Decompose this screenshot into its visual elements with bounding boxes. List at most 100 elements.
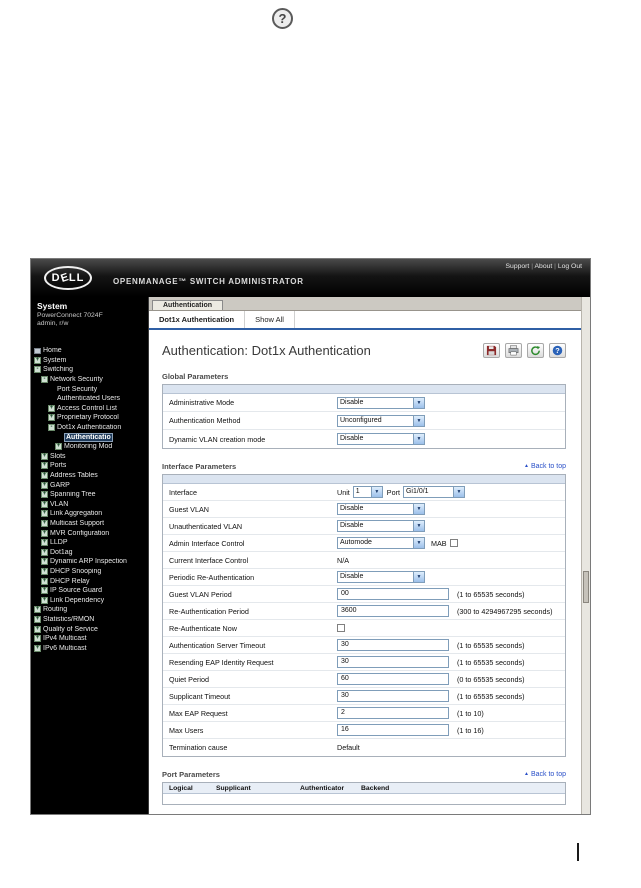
supplicant-timeout-input[interactable]: 30 [337,690,449,702]
expand-icon[interactable]: + [41,491,48,499]
expand-icon[interactable]: + [41,529,48,537]
sidebar-item-link-aggregation[interactable]: + Link Aggregation [31,509,148,519]
expand-icon[interactable]: + [41,567,48,575]
sidebar-item-ip-source-guard[interactable]: + IP Source Guard [31,586,148,596]
expand-icon[interactable]: + [41,481,48,489]
sidebar-item-mvr-configuration[interactable]: + MVR Configuration [31,528,148,538]
sidebar-item-statistics-rmon[interactable]: + Statistics/RMON [31,615,148,625]
save-button[interactable] [483,343,500,358]
max-eap-request-input[interactable]: 2 [337,707,449,719]
sidebar-item-dot1ag[interactable]: + Dot1ag [31,547,148,557]
quiet-period-input[interactable]: 60 [337,673,449,685]
chevron-down-icon[interactable]: ▼ [370,487,382,497]
sidebar-item-network-security[interactable]: - Network Security [31,375,148,385]
collapse-icon[interactable]: - [41,376,48,384]
expand-icon[interactable]: + [48,414,55,422]
mab-checkbox[interactable] [449,539,458,547]
chevron-down-icon[interactable]: ▼ [452,487,464,497]
re-authentication-period-input[interactable]: 3600 [337,605,449,617]
vertical-scrollbar[interactable] [581,297,590,814]
help-button[interactable]: ? [549,343,566,358]
sidebar-item-monitoring-mod[interactable]: + Monitoring Mod [31,442,148,452]
chevron-down-icon[interactable]: ▼ [413,397,424,408]
tab-authentication[interactable]: Authentication [152,300,223,310]
expand-icon[interactable]: + [34,356,41,364]
sidebar-item-ipv6-multicast[interactable]: + IPv6 Multicast [31,643,148,653]
collapse-icon[interactable]: - [48,424,55,432]
expand-icon[interactable]: + [41,472,48,480]
re-authenticate-now-checkbox[interactable] [337,624,345,632]
sidebar-item-quality-of-service[interactable]: + Quality of Service [31,624,148,634]
sidebar-item-routing[interactable]: + Routing [31,605,148,615]
chevron-down-icon[interactable]: ▼ [413,538,424,548]
expand-icon[interactable]: + [34,635,41,643]
expand-icon[interactable]: + [41,587,48,595]
expand-icon[interactable]: + [34,615,41,623]
sidebar-item-dhcp-relay[interactable]: + DHCP Relay [31,576,148,586]
sidebar-item-address-tables[interactable]: + Address Tables [31,471,148,481]
tab-show-all[interactable]: Show All [245,311,295,328]
sidebar-item-access-control-list[interactable]: + Access Control List [31,404,148,414]
collapse-icon[interactable]: - [34,366,41,374]
sidebar-item-multicast-support[interactable]: + Multicast Support [31,519,148,529]
expand-icon[interactable]: + [41,539,48,547]
expand-icon[interactable]: + [41,519,48,527]
sidebar-item-home[interactable]: Home [31,346,148,356]
unit-select[interactable]: 1 ▼ [352,486,383,498]
header-link-log-out[interactable]: Log Out [558,263,582,270]
expand-icon[interactable]: + [34,644,41,652]
expand-icon[interactable]: + [41,500,48,508]
chevron-down-icon[interactable]: ▼ [413,415,424,426]
sidebar-item-lldp[interactable]: + LLDP [31,538,148,548]
admin-interface-control-select[interactable]: Automode ▼ [337,537,425,549]
sidebar-item-ipv4-multicast[interactable]: + IPv4 Multicast [31,634,148,644]
expand-icon[interactable]: + [34,625,41,633]
expand-icon[interactable]: + [41,596,48,604]
sidebar-item-switching[interactable]: - Switching [31,365,148,375]
authentication-server-timeout-input[interactable]: 30 [337,639,449,651]
expand-icon[interactable]: + [34,606,41,614]
scrollbar-thumb[interactable] [583,571,589,603]
unauthenticated-vlan-select[interactable]: Disable ▼ [337,520,425,532]
resending-eap-identity-request-input[interactable]: 30 [337,656,449,668]
sidebar-item-dhcp-snooping[interactable]: + DHCP Snooping [31,567,148,577]
expand-icon[interactable]: + [41,452,48,460]
chevron-down-icon[interactable]: ▼ [413,504,424,514]
sidebar-item-port-security[interactable]: +Port Security [31,384,148,394]
max-users-input[interactable]: 16 [337,724,449,736]
refresh-button[interactable] [527,343,544,358]
periodic-re-authentication-select[interactable]: Disable ▼ [337,571,425,583]
header-link-about[interactable]: About [535,263,553,270]
sidebar-item-dynamic-arp-inspection[interactable]: + Dynamic ARP Inspection [31,557,148,567]
sidebar-item-vlan[interactable]: + VLAN [31,500,148,510]
sidebar-item-dot1x-authentication[interactable]: - Dot1x Authentication [31,423,148,433]
sidebar-item-system[interactable]: + System [31,356,148,366]
administrative-mode-select[interactable]: Disable ▼ [337,396,425,409]
expand-icon[interactable]: + [41,462,48,470]
sidebar-item-link-dependency[interactable]: + Link Dependency [31,595,148,605]
expand-icon[interactable]: + [41,548,48,556]
sidebar-item-authenticatio[interactable]: +Authenticatio [31,432,148,442]
chevron-down-icon[interactable]: ▼ [413,572,424,582]
expand-icon[interactable]: + [41,577,48,585]
expand-icon[interactable]: + [41,558,48,566]
authentication-method-select[interactable]: Unconfigured ▼ [337,414,425,427]
chevron-down-icon[interactable]: ▼ [413,521,424,531]
sidebar-item-garp[interactable]: + GARP [31,480,148,490]
dynamic-vlan-creation-mode-select[interactable]: Disable ▼ [337,433,425,445]
guest-vlan-period-input[interactable]: 00 [337,588,449,600]
port-select[interactable]: Gi1/0/1 ▼ [402,486,465,498]
sidebar-item-proprietary-protocol[interactable]: + Proprietary Protocol [31,413,148,423]
expand-icon[interactable]: + [48,404,55,412]
tab-dot1x-authentication[interactable]: Dot1x Authentication [149,311,246,328]
back-to-top-link[interactable]: ▲ Back to top [524,771,566,778]
sidebar-item-ports[interactable]: + Ports [31,461,148,471]
expand-icon[interactable]: + [55,443,62,451]
guest-vlan-select[interactable]: Disable ▼ [337,503,425,515]
sidebar-item-slots[interactable]: + Slots [31,452,148,462]
expand-icon[interactable]: + [41,510,48,518]
back-to-top-link[interactable]: ▲ Back to top [524,463,566,470]
print-button[interactable] [505,343,522,358]
chevron-down-icon[interactable]: ▼ [413,434,424,444]
sidebar-item-authenticated-users[interactable]: +Authenticated Users [31,394,148,404]
